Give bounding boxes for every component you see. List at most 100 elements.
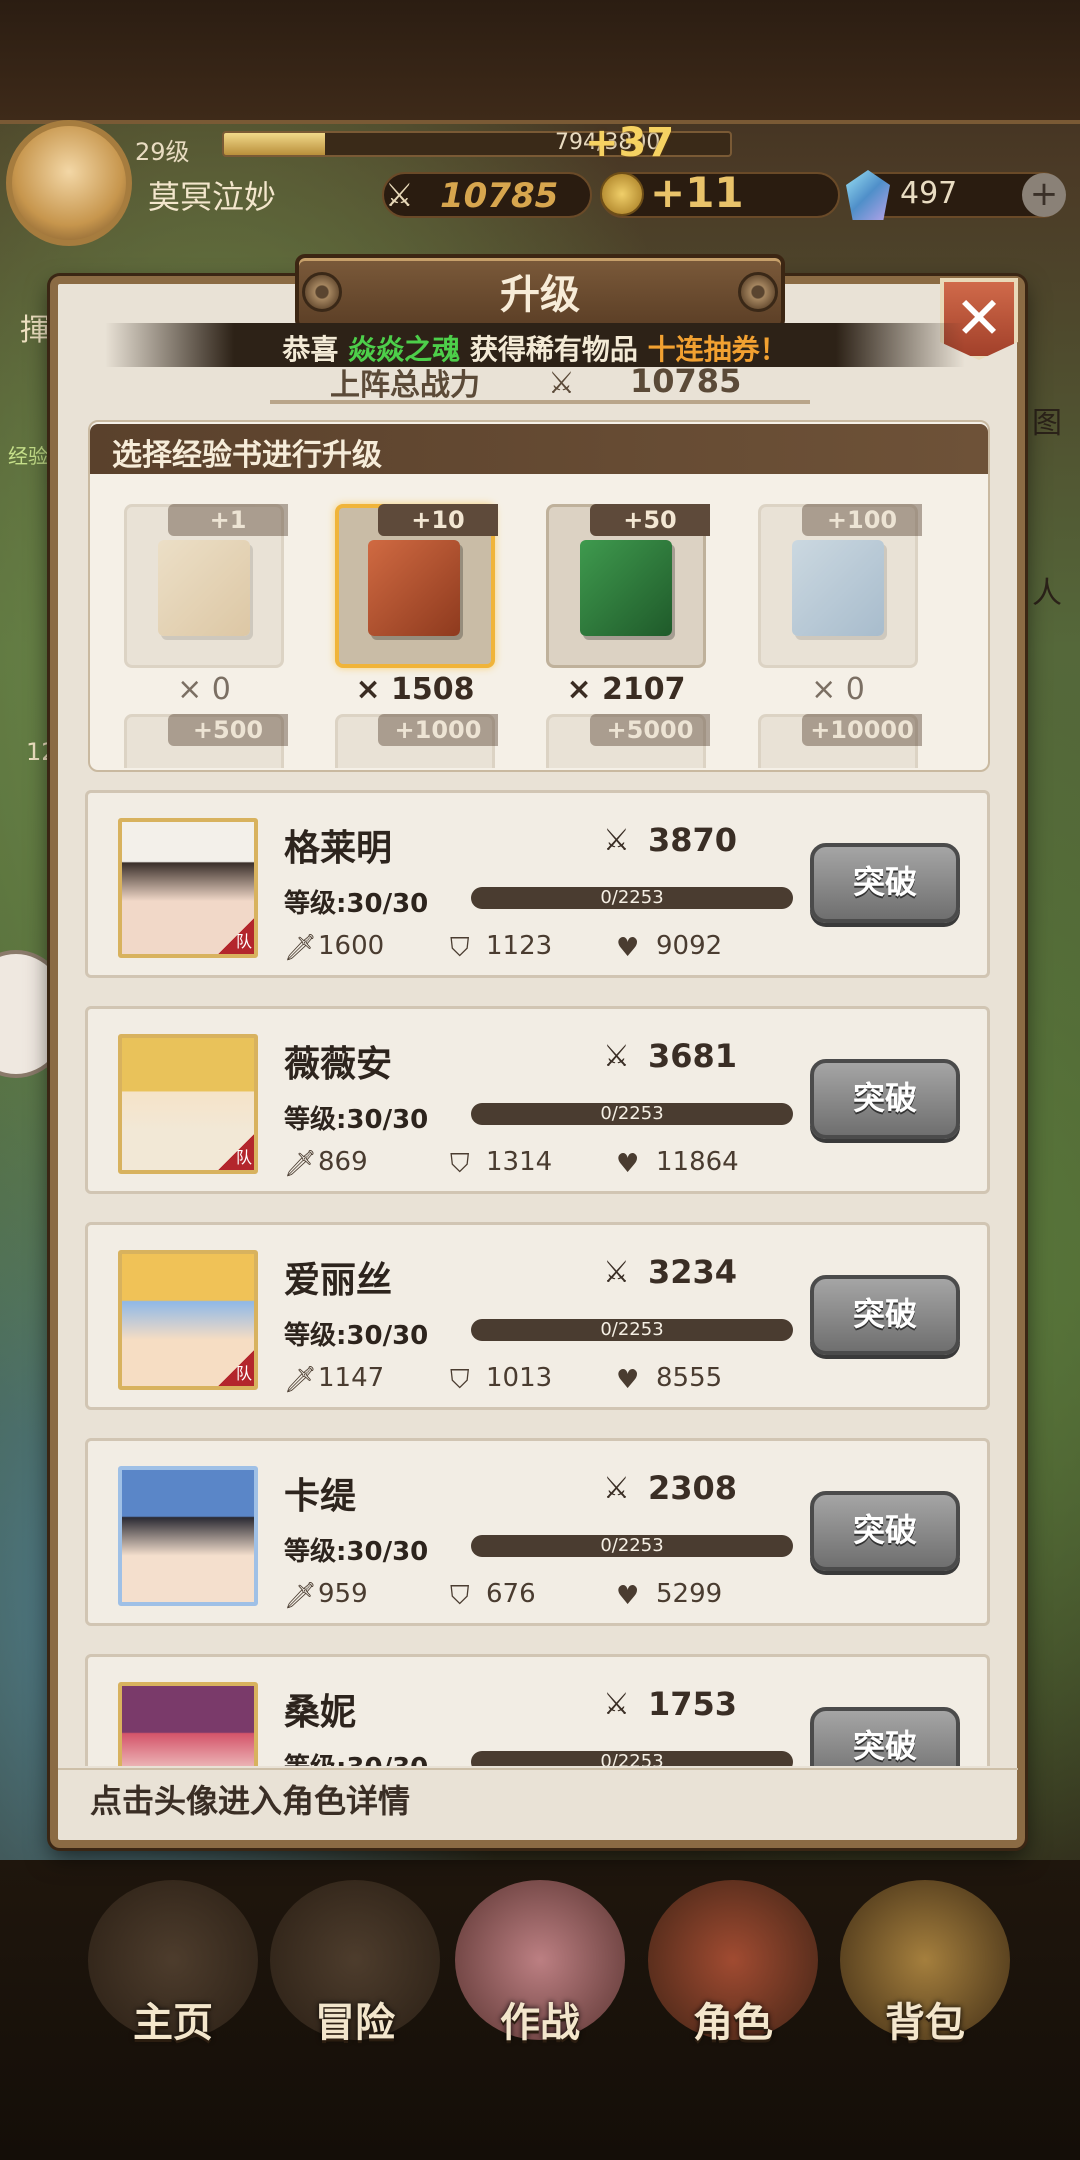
side-menu-fragment: 揮: [20, 313, 50, 348]
breakthrough-button[interactable]: 突破: [810, 1491, 960, 1571]
hero-name: 卡缇: [284, 1476, 357, 1517]
breakthrough-button[interactable]: 突破: [810, 1059, 960, 1139]
team-badge: 队: [218, 1134, 254, 1170]
crossed-swords-icon: ⚔: [603, 1039, 630, 1074]
player-exp-fill: [224, 133, 326, 155]
gold-coin-icon: [600, 172, 644, 216]
hero-card: 卡缇 ⚔ 2308 等级:30/30 0/2253 🗡 959 ⛉ 676 ♥ …: [85, 1438, 990, 1626]
crossed-swords-icon: ⚔: [385, 176, 414, 214]
hero-level: 等级:30/30: [284, 1747, 428, 1766]
exp-book-tag: +10: [378, 504, 498, 536]
blue-book-icon: [792, 540, 884, 636]
side-map-fragment: 图: [1032, 406, 1062, 441]
shield-icon: ⛉: [450, 1581, 470, 1611]
sword-icon: 🗡: [284, 1365, 318, 1395]
green-book-icon: [580, 540, 672, 636]
hero-card: 队 格莱明 ⚔ 3870 等级:30/30 0/2253 🗡 1600 ⛉ 11…: [85, 790, 990, 978]
crossed-swords-icon: ⚔: [603, 823, 630, 858]
exp-book-count: × 0: [177, 672, 231, 707]
exp-book-header-text: 选择经验书进行升级: [112, 438, 382, 473]
hero-list[interactable]: 队 格莱明 ⚔ 3870 等级:30/30 0/2253 🗡 1600 ⛉ 11…: [85, 786, 990, 1766]
hero-attack: 1147: [318, 1363, 385, 1393]
crossed-swords-icon: ⚔: [603, 1687, 630, 1722]
announce-mid: 获得稀有物品: [460, 333, 648, 366]
hero-exp-bar: 0/2253: [471, 1535, 793, 1557]
team-badge: 队: [218, 1350, 254, 1386]
hero-name: 桑妮: [284, 1692, 357, 1733]
exp-book-count: × 1508: [355, 672, 475, 707]
hero-card: 队 爱丽丝 ⚔ 3234 等级:30/30 0/2253 🗡 1147 ⛉ 10…: [85, 1222, 990, 1410]
crossed-swords-icon: ⚔: [603, 1471, 630, 1506]
breakthrough-button[interactable]: 突破: [810, 843, 960, 923]
side-person-fragment: 人: [1032, 576, 1062, 611]
shield-icon: ⛉: [450, 1365, 470, 1395]
exp-book-row-2: +500 +1000 +5000 +10000: [90, 706, 988, 768]
nav-character-label[interactable]: 角色: [648, 1990, 818, 2048]
crossed-swords-icon: ⚔: [548, 366, 575, 401]
hero-power: 2308: [648, 1469, 738, 1507]
hero-defense: 1314: [486, 1147, 553, 1177]
exp-book-count: × 0: [811, 672, 865, 707]
hero-exp-bar: 0/2253: [471, 1751, 793, 1766]
hero-portrait[interactable]: 队: [118, 1250, 258, 1390]
nav-adventure-label[interactable]: 冒险: [270, 1990, 440, 2048]
team-badge: 队: [218, 918, 254, 954]
add-gem-button[interactable]: +: [1022, 173, 1066, 217]
footer-divider: [58, 1768, 1018, 1770]
hero-level: 等级:30/30: [284, 1321, 429, 1351]
team-power-label: 上阵总战力: [330, 368, 480, 403]
hero-exp-bar: 0/2253: [471, 1103, 793, 1125]
player-avatar[interactable]: [6, 120, 132, 246]
hero-level: 等级:30/30: [284, 889, 429, 919]
hero-defense: 1013: [486, 1363, 553, 1393]
nav-bag-label[interactable]: 背包: [840, 1990, 1010, 2048]
gold-gain-popup: +11: [650, 168, 744, 217]
breakthrough-button[interactable]: 突破: [810, 1275, 960, 1355]
cream-book-icon: [158, 540, 250, 636]
hero-card: 桑妮 ⚔ 1753 等级:30/30 0/2253 突破: [85, 1654, 990, 1766]
hero-exp-bar: 0/2253: [471, 887, 793, 909]
team-power-value: 10785: [630, 362, 742, 400]
gem-value: 497: [900, 176, 958, 211]
hero-name: 爱丽丝: [284, 1260, 393, 1301]
announcement-text: 恭喜 焱焱之魂 获得稀有物品 十连抽券！: [105, 328, 965, 368]
heart-icon: ♥: [616, 933, 640, 963]
hero-hp: 11864: [656, 1147, 739, 1177]
hero-defense: 1123: [486, 931, 553, 961]
top-decor-bar: [0, 0, 1080, 124]
hero-name: 格莱明: [284, 828, 393, 869]
hero-exp-bar: 0/2253: [471, 1319, 793, 1341]
hero-power: 3681: [648, 1037, 738, 1075]
hero-attack: 869: [318, 1147, 368, 1177]
heart-icon: ♥: [616, 1581, 640, 1611]
hero-hp: 9092: [656, 931, 723, 961]
crossed-swords-icon: ⚔: [603, 1255, 630, 1290]
footer-hint: 点击头像进入角色详情: [90, 1782, 411, 1820]
exp-gain-popup: +37: [585, 120, 675, 166]
red-book-icon: [368, 540, 460, 636]
hero-defense: 676: [486, 1579, 536, 1609]
hero-attack: 959: [318, 1579, 368, 1609]
exp-book-tag: +1: [168, 504, 288, 536]
shield-icon: ⛉: [450, 1149, 470, 1179]
player-level: 29级: [135, 138, 190, 166]
hero-portrait[interactable]: 队: [118, 1034, 258, 1174]
exp-book-tag: +10000: [802, 714, 922, 746]
hero-portrait[interactable]: 队: [118, 818, 258, 958]
exp-book-tag: +100: [802, 504, 922, 536]
sword-icon: 🗡: [284, 1581, 318, 1611]
hero-power: 3870: [648, 821, 738, 859]
hero-power: 1753: [648, 1685, 738, 1723]
nav-home-label[interactable]: 主页: [88, 1990, 258, 2048]
hero-portrait[interactable]: [118, 1682, 258, 1766]
heart-icon: ♥: [616, 1365, 640, 1395]
hero-hp: 5299: [656, 1579, 723, 1609]
breakthrough-button[interactable]: 突破: [810, 1707, 960, 1766]
exp-book-count: × 2107: [566, 672, 686, 707]
hero-portrait[interactable]: [118, 1466, 258, 1606]
heart-icon: ♥: [616, 1149, 640, 1179]
nav-battle-label[interactable]: 作战: [455, 1990, 625, 2048]
hero-card: 队 薇薇安 ⚔ 3681 等级:30/30 0/2253 🗡 869 ⛉ 131…: [85, 1006, 990, 1194]
hero-level: 等级:30/30: [284, 1105, 429, 1135]
hero-hp: 8555: [656, 1363, 723, 1393]
